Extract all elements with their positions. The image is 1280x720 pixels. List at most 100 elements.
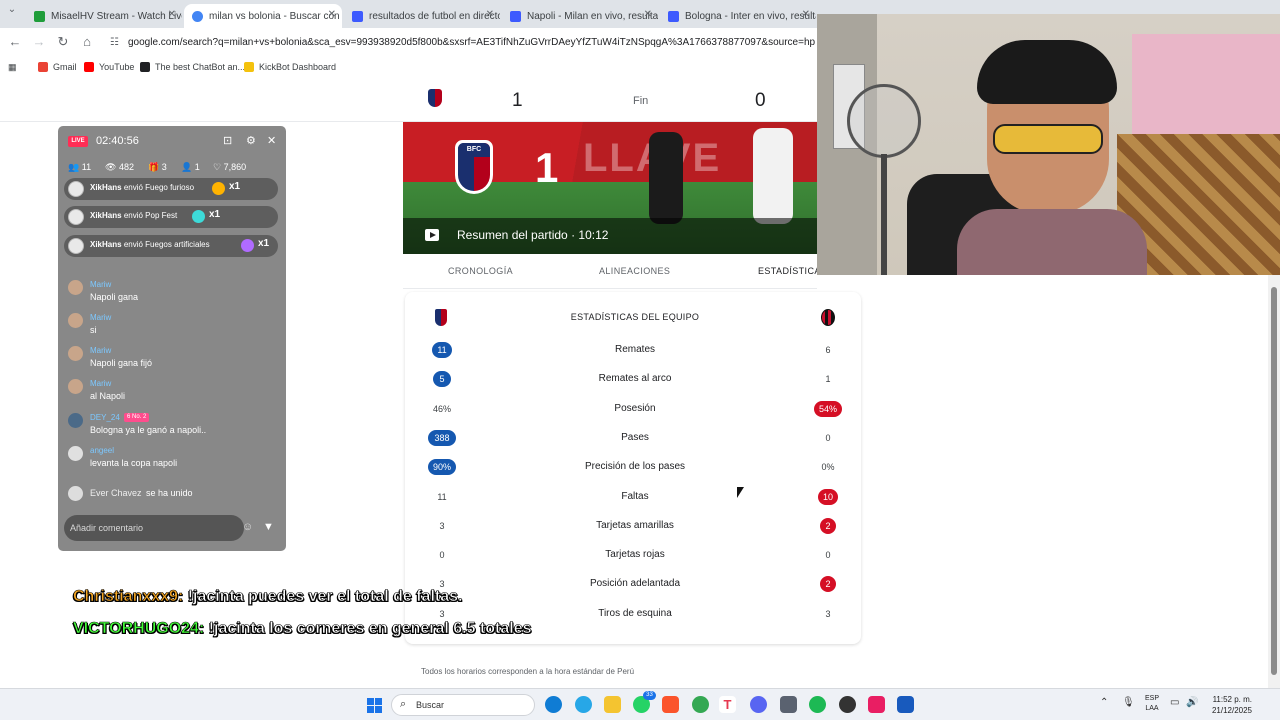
kickbot-icon [244, 62, 254, 72]
chatbot-icon [140, 62, 150, 72]
edge-icon[interactable] [545, 696, 562, 713]
avatar [68, 446, 83, 461]
browser-tab-stream[interactable]: MisaelHV Stream - Watch Live ...✕ [26, 4, 182, 28]
gmail-icon [38, 62, 48, 72]
stat-row: 11 Remates 6 [405, 340, 861, 360]
site-favicon-icon [510, 10, 521, 22]
close-tab-icon[interactable]: ✕ [644, 9, 652, 20]
stat-label: Tarjetas amarillas [596, 519, 674, 531]
avatar [68, 413, 83, 428]
avatar [68, 209, 84, 225]
taskbar-search[interactable]: ⌕ Buscar [391, 694, 535, 716]
close-tab-icon[interactable]: ✕ [168, 9, 176, 20]
bookmark-chatbot[interactable]: The best ChatBot an... [140, 62, 245, 72]
address-text: google.com/search?q=milan+vs+bolonia&sca… [128, 37, 815, 48]
back-arrow-icon[interactable]: ← [7, 34, 23, 49]
volume-icon[interactable]: 🔊 [1186, 697, 1198, 708]
close-icon[interactable]: ✕ [267, 134, 276, 147]
viewers-metric: 👁 482 [105, 162, 134, 172]
stat-row: 11 Faltas 10 [405, 487, 861, 507]
stat-away-value: 2 [820, 576, 836, 593]
tab-alineaciones[interactable]: ALINEACIONES [599, 266, 670, 276]
likes-metric: ♡ 7,860 [213, 162, 247, 172]
away-score: 0 [755, 90, 766, 111]
brave-icon[interactable] [662, 696, 679, 713]
stat-away-value: 6 [825, 345, 831, 355]
browser-tab-search[interactable]: milan vs bolonia - Buscar con G ✕ [184, 4, 342, 28]
site-favicon-icon [352, 10, 363, 22]
close-tab-icon[interactable]: ✕ [486, 9, 494, 20]
heart-icon: ♡ [213, 162, 222, 172]
browser-tab-bologna-inter[interactable]: Bologna - Inter en vivo, resultad ✕ [660, 4, 816, 28]
discord-icon[interactable] [750, 696, 767, 713]
system-clock[interactable]: 11:52 p. m. 21/12/2025 [1206, 694, 1252, 716]
stat-row: 0 Tarjetas rojas 0 [405, 545, 861, 565]
close-tab-icon[interactable]: ✕ [802, 9, 810, 20]
reload-icon[interactable]: ↻ [55, 34, 71, 50]
tab-search-chevron-icon[interactable]: ⌄ [4, 4, 20, 15]
screen: ⌄ MisaelHV Stream - Watch Live ...✕ mila… [0, 0, 1280, 720]
word-icon[interactable] [897, 696, 914, 713]
windows-start-icon[interactable] [367, 698, 382, 713]
stat-away-value: 54% [814, 400, 842, 417]
apps-grid-icon[interactable]: ▦ [8, 62, 17, 73]
stat-label: Posesión [614, 402, 656, 414]
obs-icon[interactable] [839, 696, 856, 713]
live-badge: LIVE [68, 136, 88, 147]
microphone-icon[interactable]: 🎙 [1122, 697, 1135, 708]
calculator-icon[interactable] [780, 696, 797, 713]
tiktok-live-icon[interactable] [868, 696, 885, 713]
page-scrollbar-thumb[interactable] [1271, 287, 1277, 675]
spotify-icon[interactable] [809, 696, 826, 713]
bookmark-kickbot[interactable]: KickBot Dashboard [244, 62, 336, 72]
gift-event: XikHans envió Fuego furioso x1 [64, 178, 278, 200]
avatar [68, 346, 83, 361]
address-bar[interactable]: ☷ google.com/search?q=milan+vs+bolonia&sc… [110, 34, 815, 51]
chevron-up-icon[interactable]: ⌃ [1100, 697, 1108, 708]
stat-label: Posición adelantada [589, 578, 681, 590]
webcam-fan [847, 84, 921, 158]
bookmark-youtube[interactable]: YouTube [84, 62, 134, 72]
close-tab-icon[interactable]: ✕ [328, 9, 336, 20]
forward-arrow-icon[interactable]: → [31, 34, 47, 49]
typora-icon[interactable]: T [719, 696, 736, 713]
avatar [68, 238, 84, 254]
stat-away-value: 0 [825, 432, 831, 443]
input-language[interactable]: ESP LAA [1143, 694, 1161, 714]
tab-cronologia[interactable]: CRONOLOGÍA [448, 266, 513, 276]
match-status: Fin [633, 95, 649, 107]
network-icon[interactable]: ▭ [1170, 697, 1179, 708]
bologna-crest-large-icon: BFC [455, 140, 493, 194]
chrome-icon[interactable] [692, 696, 709, 713]
settings-icon[interactable]: ⚙ [246, 134, 256, 147]
emoji-icon[interactable]: ☺ [242, 521, 253, 533]
avatar [68, 181, 84, 197]
bologna-crest-icon[interactable] [428, 89, 442, 107]
avatar [68, 313, 83, 328]
gift-icon: 🎁 [148, 162, 160, 172]
video-player-figure [753, 128, 793, 224]
youtube-icon [84, 62, 94, 72]
site-settings-icon[interactable]: ☷ [110, 34, 122, 51]
kick-favicon-icon [34, 10, 45, 22]
file-explorer-icon[interactable] [604, 696, 621, 713]
video-caption-bar: Resumen del partido · 10:12 [403, 218, 817, 254]
fireworks-gift-icon [241, 239, 254, 252]
telegram-icon[interactable] [575, 696, 592, 713]
stream-overlay-message: Christianxxx9: !jacinta puedes ver el to… [73, 588, 463, 606]
play-icon[interactable] [425, 229, 439, 241]
milan-crest-icon [821, 309, 835, 326]
browser-tab-napoli-milan[interactable]: Napoli - Milan en vivo, resultado ✕ [502, 4, 658, 28]
filter-icon[interactable]: ▼ [263, 521, 274, 533]
home-icon[interactable]: ⌂ [79, 34, 95, 49]
match-tabs: CRONOLOGÍA ALINEACIONES ESTADÍSTICAS [403, 254, 827, 289]
bookmark-gmail[interactable]: Gmail [38, 62, 77, 72]
highlights-video[interactable]: LLAVE BFC 1 Resumen del partido · 10:12 [403, 122, 817, 254]
stat-label: Remates al arco [598, 373, 672, 385]
stat-away-value: 0 [825, 550, 831, 561]
comment-input[interactable]: Añadir comentario [64, 515, 244, 541]
lock-icon[interactable]: ⊡ [223, 134, 232, 147]
browser-tab-results[interactable]: resultados de futbol en directo ✕ [344, 4, 500, 28]
whatsapp-notification-badge: 33 [643, 691, 656, 700]
stat-label: Precisión de los pases [584, 461, 686, 473]
